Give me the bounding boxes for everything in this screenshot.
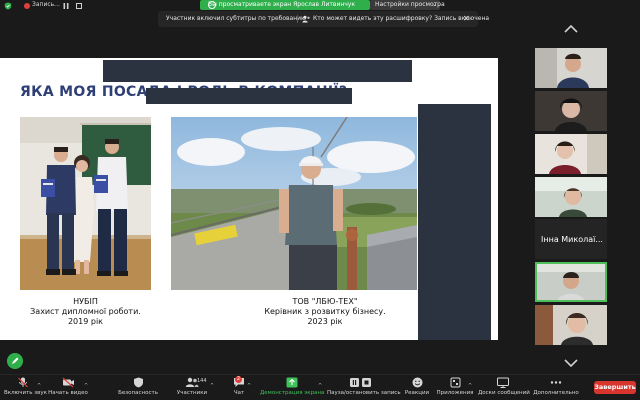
participants-options-caret-icon[interactable]: ^	[210, 383, 214, 389]
caption-line: 2023 рік	[307, 317, 343, 326]
caption-line: 2019 рік	[67, 317, 104, 326]
more-label: Дополнительно	[533, 390, 579, 396]
banner-close-icon[interactable]	[208, 1, 216, 9]
participant-video	[535, 48, 607, 88]
share-screen-icon	[286, 377, 298, 388]
security-button[interactable]: Безопасность	[118, 377, 158, 399]
start-video-button[interactable]: Начать видео	[48, 377, 88, 399]
apps-icon	[450, 377, 460, 388]
reactions-label: Реакции	[404, 390, 430, 396]
participant-name-tile[interactable]: Інна Миколаї...	[535, 219, 607, 259]
chevron-up-icon[interactable]	[563, 24, 579, 34]
caption-line: Керівник з розвитку бізнесу.	[264, 307, 386, 316]
more-button[interactable]: Дополнительно	[532, 377, 580, 399]
screen-share-banner: Вы просматриваете экран Ярослав Литвинчу…	[200, 0, 370, 10]
active-speaker-tile[interactable]	[535, 262, 607, 302]
reactions-button[interactable]: Реакции	[400, 377, 434, 399]
pause-stop-recording-label: Пауза/остановить запись	[327, 390, 401, 396]
chat-unread-badge: 2	[235, 376, 242, 383]
zoom-meeting-window: Запись... Вы просматриваете экран Яросла…	[0, 0, 640, 400]
annotate-pen-icon[interactable]	[7, 353, 23, 369]
whiteboard-icon	[497, 377, 509, 388]
recording-dot-icon	[24, 3, 30, 9]
caption-line: Захист дипломної роботи.	[30, 307, 141, 316]
close-icon[interactable]: ✕	[463, 14, 470, 23]
end-meeting-button[interactable]: Завершить	[594, 381, 636, 394]
more-dots-icon	[550, 381, 562, 384]
participant-video-tile[interactable]	[535, 91, 607, 131]
divider	[297, 15, 298, 23]
participant-video	[535, 91, 607, 131]
people-icon	[302, 15, 310, 23]
participant-video	[535, 134, 607, 174]
view-options-menu[interactable]: Настройки просмотра ⌄	[370, 0, 445, 10]
participant-video	[535, 305, 607, 345]
participant-video-tile[interactable]	[535, 134, 607, 174]
shield-icon	[133, 377, 143, 388]
security-label: Безопасность	[118, 390, 158, 396]
chat-options-caret-icon[interactable]: ^	[247, 383, 251, 389]
share-screen-button[interactable]: Демонстрация экрана	[260, 377, 324, 399]
participants-count: 144	[197, 378, 207, 384]
subtitles-notification: Участник включил субтитры по требованию …	[158, 11, 489, 27]
caption-line: ТОВ "ЛБЮ-ТЕХ"	[292, 297, 358, 306]
share-screen-label: Демонстрация экрана	[260, 390, 325, 396]
caption-line: НУБІП	[73, 297, 98, 306]
shield-icon[interactable]	[4, 2, 12, 10]
participant-name: Інна Миколаї...	[541, 235, 603, 244]
end-meeting-label: Завершить	[594, 383, 636, 391]
chevron-down-icon: ⌄	[432, 1, 438, 8]
graduation-photo	[20, 117, 151, 290]
pause-stop-recording-icon	[350, 378, 371, 387]
shared-slide: ЯКА МОЯ ПОСАДА І РОЛЬ В КОМПАНІЇ?	[0, 58, 498, 340]
apps-options-caret-icon[interactable]: ^	[468, 383, 472, 389]
chevron-down-icon[interactable]	[563, 358, 579, 368]
participant-video-tile[interactable]	[535, 305, 607, 345]
participant-video-tile[interactable]	[535, 48, 607, 88]
muted-microphone-icon	[18, 377, 28, 388]
pause-recording-icon[interactable]	[62, 2, 70, 10]
redaction-block	[146, 88, 352, 104]
left-photo-caption: НУБІП Захист дипломної роботи. 2019 рік	[20, 297, 151, 327]
screen-share-banner-text: Вы просматриваете экран Ярослав Литвинчу…	[208, 1, 355, 8]
start-video-label: Начать видео	[48, 390, 88, 396]
worksite-photo	[171, 117, 417, 290]
participants-label: Участники	[176, 390, 208, 396]
pause-stop-recording-button[interactable]: Пауза/остановить запись	[327, 377, 401, 399]
chat-label: Чат	[233, 390, 245, 396]
reactions-smiley-icon	[412, 377, 422, 388]
video-options-caret-icon[interactable]: ^	[84, 383, 88, 389]
audio-options-caret-icon[interactable]: ^	[37, 383, 41, 389]
subtitles-notification-text: Участник включил субтитры по требованию	[166, 15, 307, 22]
share-options-caret-icon[interactable]: ^	[318, 383, 322, 389]
apps-label: Приложения	[436, 390, 474, 396]
redaction-block	[103, 60, 412, 82]
participants-button[interactable]: Участники 144	[172, 377, 212, 399]
unmute-label: Включить звук	[4, 390, 48, 396]
right-photo-caption: ТОВ "ЛБЮ-ТЕХ" Керівник з розвитку бізнес…	[235, 297, 415, 327]
meeting-toolbar: Включить звук ^ Начать видео ^ Безопасно…	[0, 374, 640, 400]
participant-video	[535, 262, 607, 302]
redaction-block	[418, 104, 491, 340]
whiteboards-button[interactable]: Доски сообщений	[478, 377, 530, 399]
recording-label: Запись...	[32, 1, 60, 8]
video-off-icon	[62, 377, 74, 388]
whiteboards-label: Доски сообщений	[478, 390, 530, 396]
stop-recording-icon[interactable]	[76, 3, 82, 9]
participant-video-tile[interactable]	[535, 177, 607, 217]
participant-video	[535, 177, 607, 217]
